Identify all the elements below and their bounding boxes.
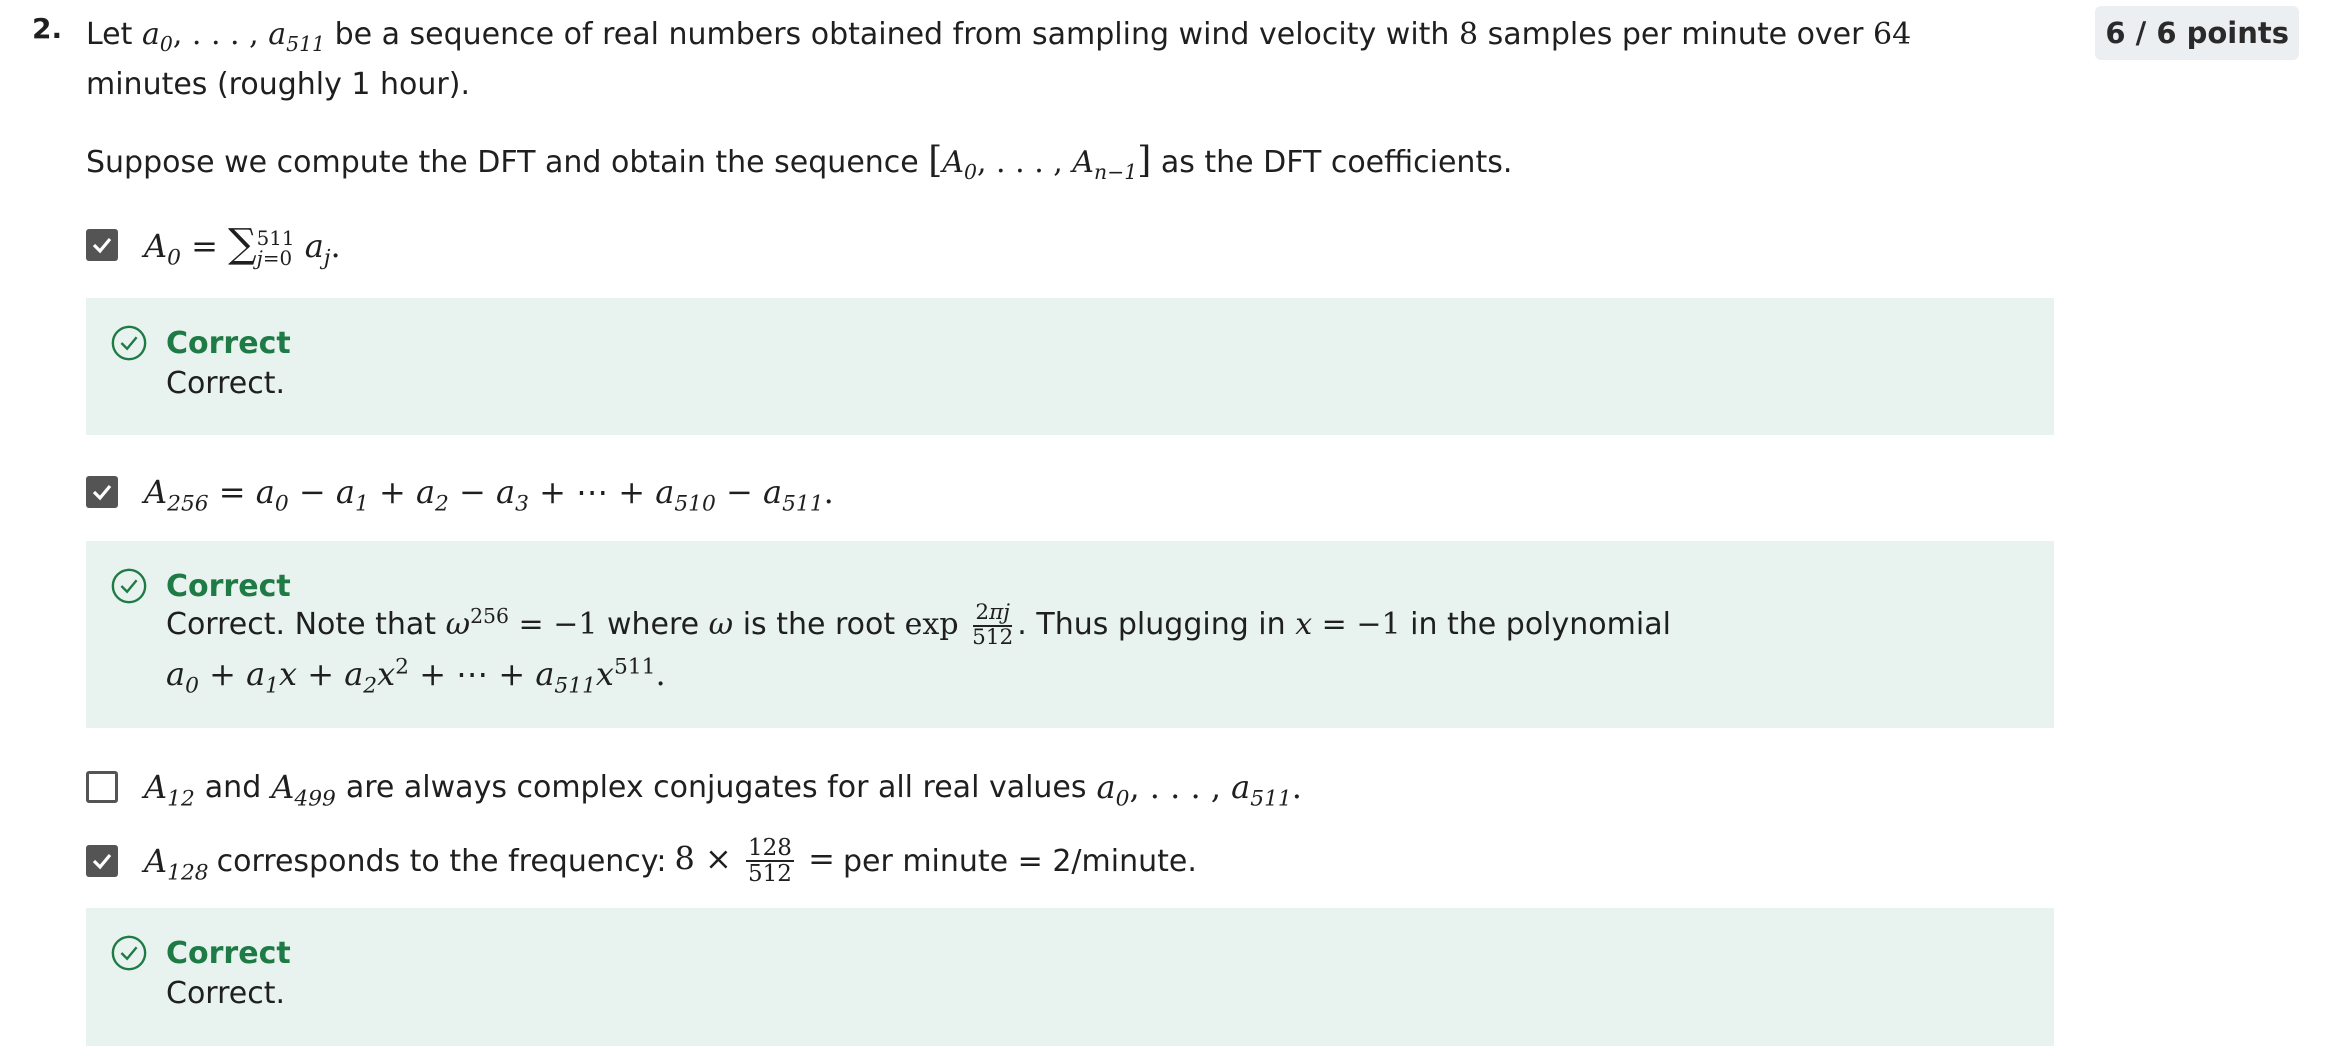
feedback-title: Correct — [166, 935, 291, 971]
option-1-math: A0 = ∑ 511 j=0 aj. — [144, 221, 341, 271]
option-2-math: A256 = a0 − a1 + a2 − a3 + ⋯ + a510 − a5… — [144, 473, 834, 517]
feedback-header: Correct — [110, 934, 291, 972]
question-text-part: minutes (roughly 1 hour). — [86, 67, 470, 102]
option-4-text: corresponds to the frequency: — [216, 843, 667, 879]
math-a12: A12 — [144, 768, 195, 812]
feedback-text: where — [606, 607, 700, 642]
math-x-eq: x = −1 — [1295, 607, 1401, 642]
checkbox-checked[interactable] — [86, 845, 118, 877]
question-intro: Suppose we compute the DFT and obtain th… — [86, 136, 1512, 188]
math-a499: A499 — [271, 768, 336, 812]
feedback-text: in the polynomial — [1410, 607, 1671, 642]
math-dft-sequence: [A0, . . . , An−1] — [928, 140, 1152, 184]
check-icon — [92, 484, 112, 501]
math-values: a0, . . . , a511. — [1096, 768, 1302, 812]
math-omega: ω — [708, 607, 734, 642]
question-text-part: be a sequence of real numbers obtained f… — [334, 17, 1450, 52]
feedback-title: Correct — [166, 325, 291, 361]
math-polynomial: a0 + a1x + a2x2 + ⋯ + a511x511. — [166, 654, 666, 699]
check-circle-icon — [111, 325, 147, 361]
checkbox-checked[interactable] — [86, 229, 118, 261]
math-samples: 8 — [1458, 17, 1479, 52]
check-icon — [92, 237, 112, 254]
checkbox-unchecked[interactable] — [86, 771, 118, 803]
points-badge: 6 / 6 points — [2095, 6, 2299, 60]
feedback-box-3: Correct Correct. — [86, 908, 2054, 1046]
option-3[interactable]: A12 and A499 are always complex conjugat… — [86, 762, 1302, 812]
feedback-body: Correct. — [166, 976, 286, 1011]
math-frequency: 8 × 128 512 = — [674, 834, 835, 887]
feedback-body: Correct. Note that ω256 = −1 where ω is … — [166, 601, 1671, 698]
check-circle-icon — [111, 935, 147, 971]
math-omega-power: ω256 = −1 — [445, 604, 598, 642]
feedback-box-1: Correct Correct. — [86, 298, 2054, 435]
feedback-header: Correct — [110, 567, 291, 605]
intro-text: Suppose we compute the DFT and obtain th… — [86, 145, 919, 180]
feedback-title: Correct — [166, 568, 291, 604]
question-text: Let a0, . . . , a511 be a sequence of re… — [86, 10, 2006, 110]
math-sequence: a0, . . . , a511 — [141, 17, 326, 56]
math-a128: A128 — [144, 842, 209, 886]
option-3-text: and — [204, 769, 262, 805]
feedback-text: . Thus plugging in — [1017, 607, 1286, 642]
question-text-part: samples per minute over — [1487, 17, 1864, 52]
feedback-body: Correct. — [166, 366, 286, 401]
option-2[interactable]: A256 = a0 − a1 + a2 − a3 + ⋯ + a510 − a5… — [86, 467, 834, 517]
feedback-text: Correct. Note that — [166, 607, 437, 642]
intro-text: as the DFT coefficients. — [1160, 145, 1513, 180]
check-icon — [92, 853, 112, 870]
question-number: 2. — [32, 12, 63, 45]
feedback-line: Correct. Note that ω256 = −1 where ω is … — [166, 601, 1671, 650]
math-minutes: 64 — [1873, 17, 1912, 52]
checkbox-checked[interactable] — [86, 476, 118, 508]
option-3-text: are always complex conjugates for all re… — [345, 769, 1087, 805]
option-1[interactable]: A0 = ∑ 511 j=0 aj. — [86, 220, 341, 270]
check-circle-icon — [111, 568, 147, 604]
question-text-part: Let — [86, 17, 133, 52]
feedback-box-2: Correct Correct. Note that ω256 = −1 whe… — [86, 541, 2054, 728]
math-exp: exp 2πj 512 — [904, 600, 1014, 650]
option-4-text: per minute = 2/minute. — [842, 843, 1197, 879]
feedback-text: is the root — [742, 607, 896, 642]
option-4[interactable]: A128 corresponds to the frequency: 8 × 1… — [86, 836, 1197, 886]
feedback-header: Correct — [110, 324, 291, 362]
